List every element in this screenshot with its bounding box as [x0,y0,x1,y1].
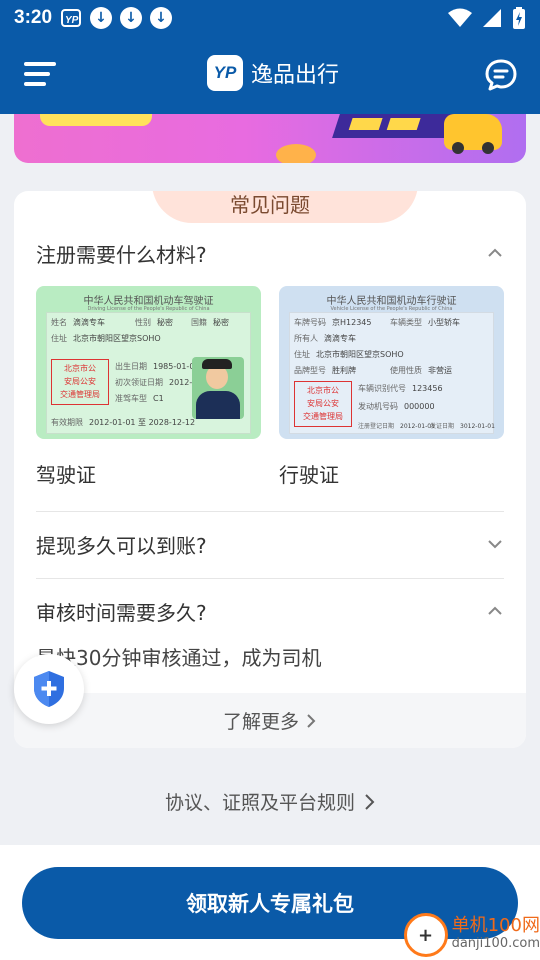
vehicle-license-image: 中华人民共和国机动车行驶证 Vehicle License of the Peo… [279,286,504,439]
faq-item-review-time[interactable]: 审核时间需要多久? [36,596,504,626]
faq-question: 提现多久可以到账? [36,533,207,558]
faq-question: 注册需要什么材料? [36,242,207,267]
rules-link[interactable]: 协议、证照及平台规则 [0,788,540,815]
download-icon: ↓ [90,7,113,29]
banner-button[interactable] [40,114,152,126]
status-right-icons [448,7,526,29]
battery-charging-icon [513,7,525,29]
vehicle-license-label: 行驶证 [279,463,339,487]
brand: YP 逸品出行 [207,55,339,91]
hamburger-menu-icon[interactable] [24,62,56,88]
safety-shield-button[interactable] [14,654,84,724]
watermark-url: danji100.com [451,936,540,951]
watermark-logo: + [403,913,448,957]
brand-name: 逸品出行 [251,63,340,88]
chevron-right-icon [365,793,375,810]
wifi-icon [448,8,472,27]
chevron-down-icon [488,540,502,549]
download-icon: ↓ [150,7,173,29]
ypin-notification-icon: YP [60,7,82,29]
driving-license-label: 驾驶证 [36,463,96,487]
faq-card: 常见问题 注册需要什么材料? 中华人民共和国机动车驾驶证 Driving Lic… [14,191,526,748]
watermark-title: 单机100网 [451,915,540,936]
rules-link-label: 协议、证照及平台规则 [164,792,355,814]
brand-logo: YP [207,55,243,91]
learn-more-label: 了解更多 [222,711,299,733]
driving-license-image: 中华人民共和国机动车驾驶证 Driving License of the Peo… [36,286,261,439]
status-time: 3:20 [14,7,53,28]
banner-graphic [332,114,460,138]
svg-text:YP: YP [65,15,79,26]
chevron-right-icon [307,713,316,728]
chat-bubble-icon[interactable] [484,58,518,92]
learn-more-link[interactable]: 了解更多 [14,693,526,748]
faq-question: 审核时间需要多久? [36,600,207,625]
driver-photo [192,357,244,419]
police-stamp: 北京市公 安局公安 交通管理局 [51,359,109,405]
chevron-up-icon [488,606,502,615]
chevron-up-icon [488,248,502,257]
faq-answer: 最快30分钟审核通过，成为司机 [36,646,322,670]
faq-item-materials[interactable]: 注册需要什么材料? [36,238,504,268]
promo-banner[interactable] [14,114,526,163]
watermark: + 单机100网 danji100.com [403,912,540,958]
app-bar: YP 逸品出行 [0,36,540,114]
car-illustration [444,114,502,154]
faq-item-withdrawal[interactable]: 提现多久可以到账? [36,529,504,559]
download-icon: ↓ [120,7,143,29]
divider [36,511,504,512]
faq-title: 常见问题 [230,193,310,217]
divider [36,578,504,579]
signal-icon [483,9,501,27]
status-bar: 3:20 YP ↓ ↓ ↓ [0,0,540,36]
banner-decoration [276,144,316,163]
shield-plus-icon [34,671,64,707]
police-stamp: 北京市公 安局公安 交通管理局 [294,381,352,427]
